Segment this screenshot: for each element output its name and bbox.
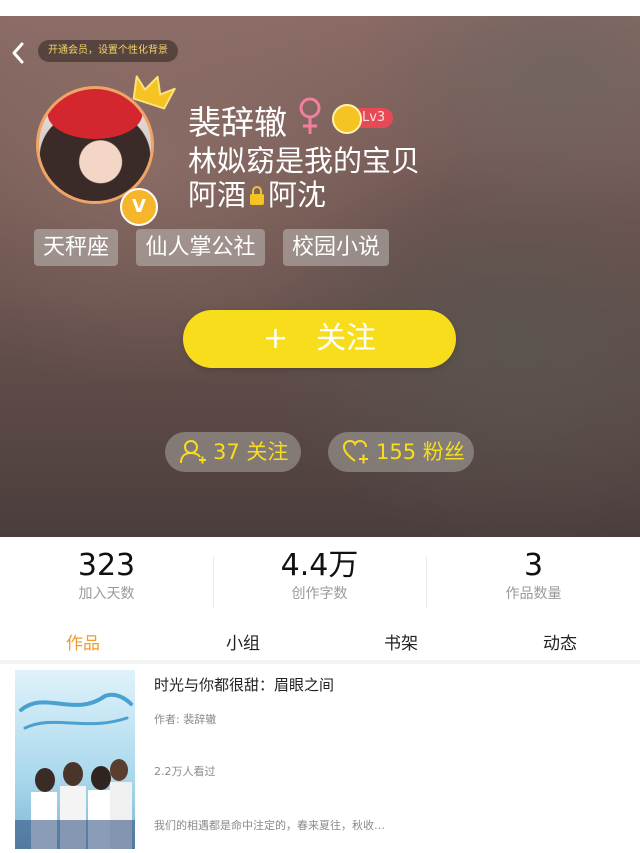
book-author: 作者: 裴辞辙 bbox=[154, 713, 217, 726]
tab-bar: 作品 小组 书架 动态 bbox=[0, 628, 640, 660]
status-bar bbox=[0, 0, 640, 16]
stat-label: 作品数量 bbox=[505, 586, 562, 602]
stat-label: 加入天数 bbox=[78, 586, 135, 602]
stats-row: 323 加入天数 4.4万 创作字数 3 作品数量 bbox=[0, 548, 640, 614]
lock-icon bbox=[250, 186, 265, 205]
vip-background-banner[interactable]: 开通会员，设置个性化背景 bbox=[38, 40, 178, 62]
female-icon bbox=[299, 97, 321, 134]
bio: 林姒窈是我的宝贝 阿酒 阿沈 bbox=[188, 144, 420, 212]
bio-line-1: 林姒窈是我的宝贝 bbox=[188, 144, 421, 178]
stat-label: 创作字数 bbox=[291, 586, 348, 602]
heart-plus-icon bbox=[342, 439, 368, 464]
stat-value: 3 bbox=[523, 548, 544, 583]
book-title[interactable]: 时光与你都很甜：眉眼之间 bbox=[154, 674, 334, 695]
book-description: 我们的相遇都是命中注定的，春来夏往，秋收… bbox=[154, 819, 385, 832]
profile-header: 开通会员，设置个性化背景 V 裴辞辙 Lv3 林姒窈是我的宝贝 阿酒 阿沈 天秤座… bbox=[0, 16, 640, 537]
plus-icon: + bbox=[262, 321, 289, 356]
tab-bookshelf[interactable]: 书架 bbox=[321, 628, 481, 660]
tag-item[interactable]: 天秤座 bbox=[34, 229, 118, 266]
tab-groups[interactable]: 小组 bbox=[163, 628, 323, 660]
follow-button[interactable]: + 关注 bbox=[183, 310, 456, 368]
book-card[interactable]: 时光与你都很甜：眉眼之间 作者: 裴辞辙 2.2万人看过 我们的相遇都是命中注定… bbox=[0, 664, 640, 853]
stat-word-count: 4.4万 创作字数 bbox=[213, 548, 426, 614]
bio-line-2-b: 阿沈 bbox=[268, 178, 327, 212]
tab-works[interactable]: 作品 bbox=[3, 628, 163, 660]
tag-item[interactable]: 仙人掌公社 bbox=[136, 229, 265, 266]
book-views: 2.2万人看过 bbox=[154, 765, 216, 778]
followers-button[interactable]: 155 粉丝 bbox=[328, 432, 474, 472]
verified-badge-icon: V bbox=[120, 188, 158, 226]
level-crown-icon bbox=[332, 104, 362, 134]
following-button[interactable]: 37 关注 bbox=[165, 432, 301, 472]
username: 裴辞辙 bbox=[188, 103, 287, 142]
crown-icon bbox=[132, 75, 176, 110]
bio-line-2-a: 阿酒 bbox=[188, 178, 247, 212]
stat-value: 4.4万 bbox=[280, 548, 359, 583]
stat-value: 323 bbox=[77, 548, 136, 583]
followers-count: 155 粉丝 bbox=[376, 440, 465, 464]
stat-works-count: 3 作品数量 bbox=[427, 548, 640, 614]
stat-join-days: 323 加入天数 bbox=[0, 548, 213, 614]
follow-button-label: 关注 bbox=[316, 321, 377, 356]
following-count: 37 关注 bbox=[213, 440, 289, 464]
book-cover-image[interactable] bbox=[15, 670, 135, 849]
add-user-icon bbox=[180, 440, 206, 464]
tab-activity[interactable]: 动态 bbox=[480, 628, 640, 660]
bio-line-2: 阿酒 阿沈 bbox=[188, 178, 420, 212]
tag-item[interactable]: 校园小说 bbox=[283, 229, 389, 266]
back-icon[interactable] bbox=[8, 38, 28, 68]
